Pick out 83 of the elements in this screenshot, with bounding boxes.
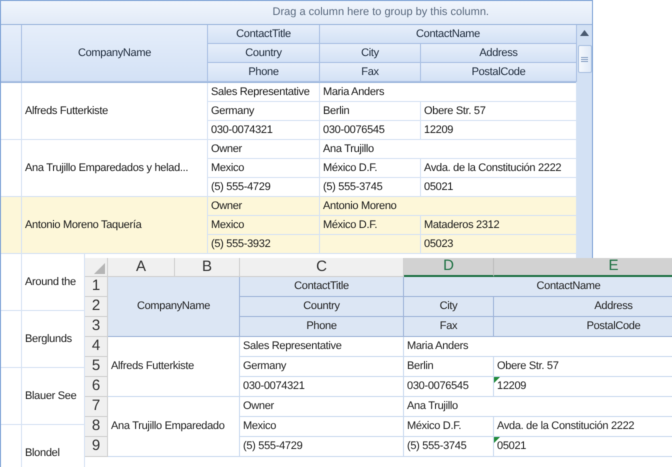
table-cell: Blauer See	[22, 368, 85, 425]
table-cell: (5) 555-3745	[404, 437, 494, 457]
row-indicator[interactable]	[1, 311, 22, 368]
table-cell: Owner	[240, 397, 404, 417]
table-cell: (5) 555-4729	[208, 178, 320, 197]
table-cell: 030-0074321	[208, 121, 320, 140]
table-cell: Berglunds	[22, 311, 85, 368]
column-letter[interactable]: A	[108, 258, 175, 277]
table-cell: Alfreds Futterkiste	[22, 83, 208, 140]
column-header: Phone	[208, 63, 320, 82]
column-header: Address	[421, 44, 577, 63]
column-letter[interactable]: E	[494, 258, 672, 277]
row-number: 6	[85, 377, 108, 397]
table-cell: (5) 555-3932	[208, 235, 320, 254]
table-cell: (5) 555-4729	[240, 437, 404, 457]
table-cell: México D.F.	[404, 417, 494, 437]
header-cell: CompanyName	[108, 277, 240, 337]
row-indicator[interactable]	[1, 197, 22, 254]
header-cell: ContactName	[404, 277, 672, 297]
table-cell: Ana Trujillo Emparedados y helad...	[22, 140, 208, 197]
corner-triangle-icon	[94, 263, 105, 274]
table-cell: 030-0076545	[404, 377, 494, 397]
header-cell: City	[404, 297, 494, 317]
table-cell: Antonio Moreno Taquería	[22, 197, 208, 254]
row-number: 9	[85, 437, 108, 457]
table-cell: Around the	[22, 254, 85, 311]
table-cell: Mexico	[208, 159, 320, 178]
column-header: City	[320, 44, 421, 63]
header-cell: Address	[494, 297, 672, 317]
header-cell: ContactTitle	[240, 277, 404, 297]
table-cell: Sales Representative	[208, 83, 320, 102]
table-cell: 12209	[494, 377, 672, 397]
column-header: PostalCode	[421, 63, 577, 82]
table-cell: Sales Representative	[240, 337, 404, 357]
table-cell: Germany	[240, 357, 404, 377]
row-indicator[interactable]	[1, 254, 22, 311]
grip-icon	[581, 56, 588, 62]
header-cell: Phone	[240, 317, 404, 337]
scrollbar-thumb[interactable]	[578, 45, 592, 73]
column-letter[interactable]: B	[175, 258, 240, 277]
column-letter[interactable]: C	[240, 258, 404, 277]
table-cell: Berlin	[404, 357, 494, 377]
table-cell: 030-0074321	[240, 377, 404, 397]
row-indicator[interactable]	[1, 368, 22, 425]
row-indicator[interactable]	[1, 83, 22, 140]
select-all-corner[interactable]	[85, 258, 108, 277]
column-header: CompanyName	[22, 25, 208, 82]
table-cell: México D.F.	[320, 159, 421, 178]
row-number: 1	[85, 277, 108, 297]
column-header: ContactTitle	[208, 25, 320, 44]
table-cell: 030-0076545	[320, 121, 421, 140]
table-cell: Ana Trujillo Emparedado	[108, 397, 240, 457]
column-header: Country	[208, 44, 320, 63]
group-panel: Drag a column here to group by this column.	[1, 1, 592, 25]
column-header: Fax	[320, 63, 421, 82]
row-number: 8	[85, 417, 108, 437]
table-cell: 05023	[421, 235, 577, 254]
table-cell: Mataderos 2312	[421, 216, 577, 235]
table-cell: 05021	[494, 437, 672, 457]
table-cell: Owner	[208, 140, 320, 159]
table-cell: Antonio Moreno	[320, 197, 577, 216]
column-header: ContactName	[320, 25, 577, 44]
table-cell: (5) 555-3745	[320, 178, 421, 197]
row-indicator[interactable]	[1, 140, 22, 197]
row-number: 5	[85, 357, 108, 377]
table-cell: Mexico	[208, 216, 320, 235]
table-cell: Alfreds Futterkiste	[108, 337, 240, 397]
row-number: 3	[85, 317, 108, 337]
row-number: 2	[85, 297, 108, 317]
column-letter[interactable]: D	[404, 258, 494, 277]
header-cell: Country	[240, 297, 404, 317]
row-number: 4	[85, 337, 108, 357]
table-cell: Owner	[208, 197, 320, 216]
row-number: 7	[85, 397, 108, 417]
table-cell: Mexico	[240, 417, 404, 437]
row-indicator-header	[1, 25, 22, 82]
table-cell: Germany	[208, 102, 320, 121]
scroll-up-icon[interactable]	[580, 30, 589, 36]
header-cell: Fax	[404, 317, 494, 337]
header-cell: PostalCode	[494, 317, 672, 337]
table-cell: Berlin	[320, 102, 421, 121]
vertical-scrollbar[interactable]	[576, 25, 592, 258]
table-cell: México D.F.	[320, 216, 421, 235]
